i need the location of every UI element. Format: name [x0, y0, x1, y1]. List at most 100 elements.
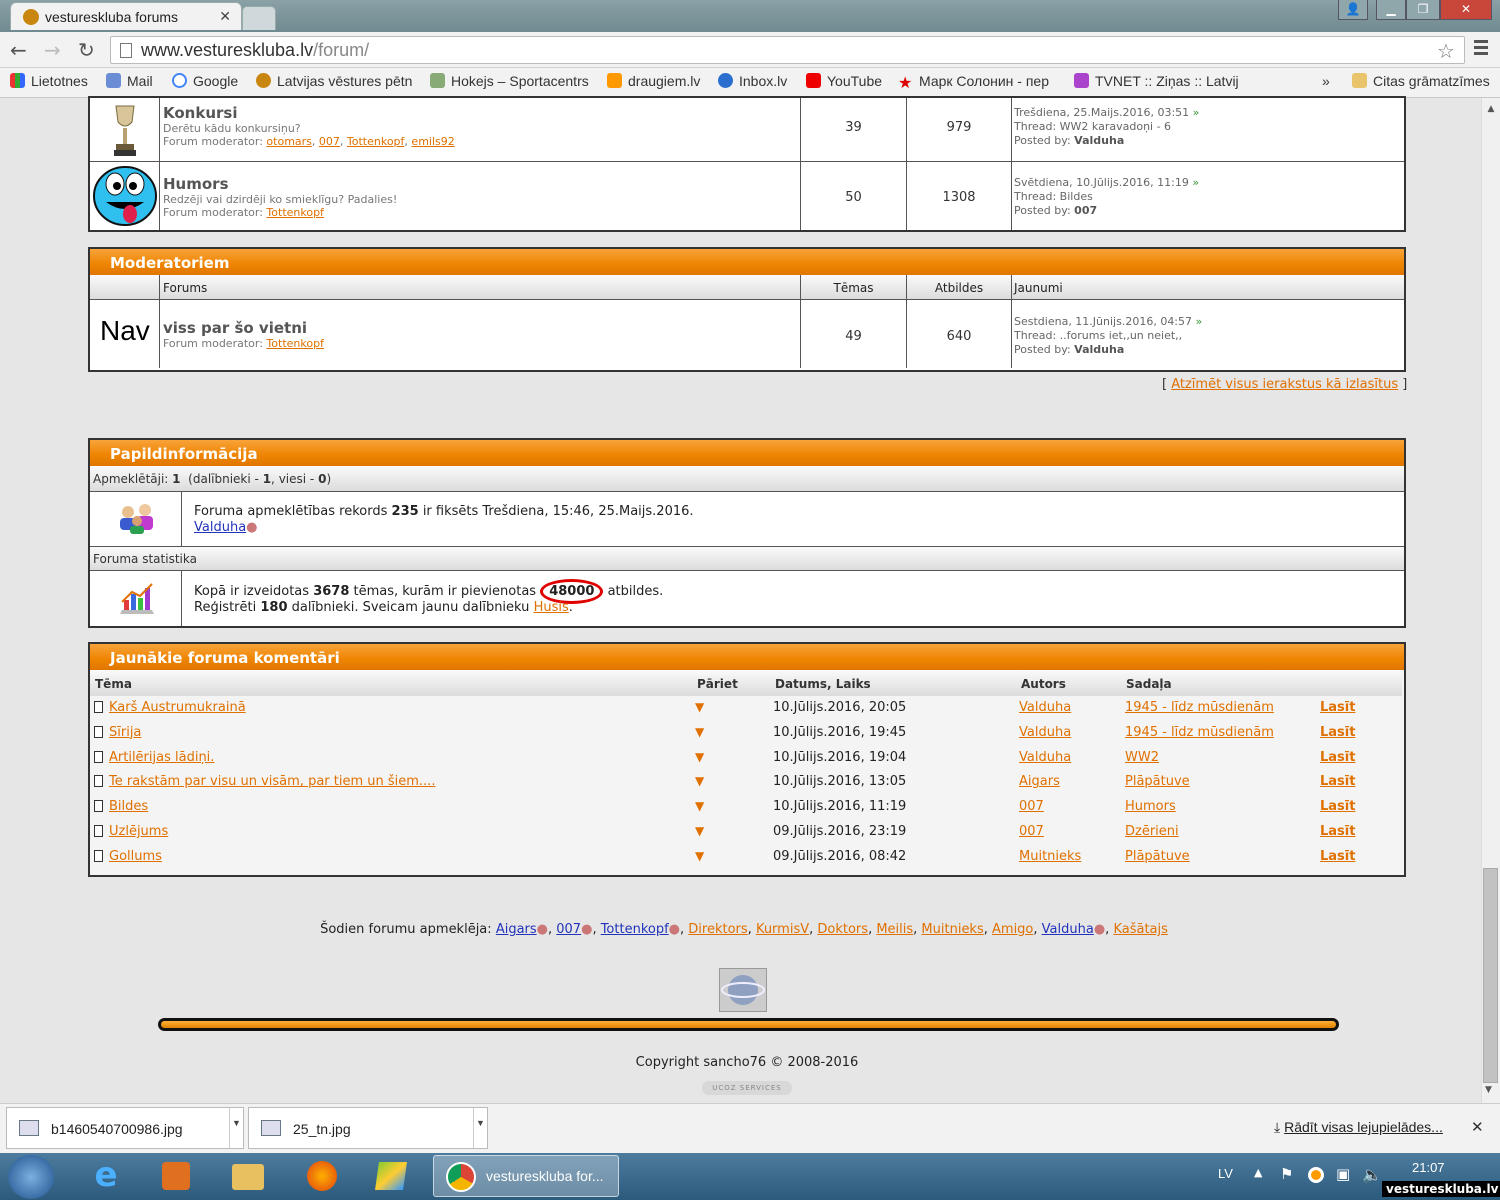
- download-menu-icon[interactable]: ▼: [229, 1108, 243, 1148]
- scrollbar-thumb[interactable]: [1483, 868, 1498, 1083]
- bluestacks-icon[interactable]: [365, 1156, 417, 1198]
- today-user-link[interactable]: Muitnieks: [921, 922, 983, 937]
- forum-title[interactable]: Konkursi: [163, 104, 237, 122]
- today-user-link[interactable]: KurmisV: [756, 922, 809, 937]
- section-link[interactable]: WW2: [1125, 750, 1159, 765]
- author-link[interactable]: Valduha: [1019, 750, 1071, 765]
- read-link[interactable]: Lasīt: [1320, 774, 1355, 789]
- action-center-flag-icon[interactable]: ⚑: [1280, 1165, 1293, 1183]
- volume-icon[interactable]: 🔈: [1362, 1165, 1382, 1184]
- moderator-link[interactable]: otomars: [266, 135, 311, 148]
- read-link[interactable]: Lasīt: [1320, 725, 1355, 740]
- reload-icon[interactable]: ↻: [78, 38, 95, 62]
- forum-title[interactable]: viss par šo vietni: [163, 319, 307, 337]
- user-link[interactable]: Valduha: [194, 520, 246, 535]
- goto-last-icon[interactable]: »: [1192, 176, 1199, 189]
- moderator-link[interactable]: Tottenkopf: [347, 135, 405, 148]
- address-bar[interactable]: www.vestureskluba.lv/forum/: [110, 36, 1465, 64]
- tab-close-icon[interactable]: ✕: [219, 8, 231, 25]
- moderator-link[interactable]: Tottenkopf: [266, 337, 324, 350]
- back-icon[interactable]: ←: [10, 38, 27, 62]
- download-menu-icon[interactable]: ▼: [473, 1108, 487, 1148]
- bookmark-inbox[interactable]: Inbox.lv: [718, 73, 787, 89]
- minimize-button[interactable]: ▁: [1376, 0, 1406, 20]
- section-link[interactable]: Dzērieni: [1125, 824, 1179, 839]
- goto-arrow-icon[interactable]: ▼: [695, 824, 704, 838]
- today-user-link[interactable]: Valduha: [1042, 922, 1094, 937]
- network-icon[interactable]: ▣: [1336, 1165, 1350, 1183]
- topic-link[interactable]: Artilērijas lādiņi.: [109, 750, 214, 765]
- bookmark-apps[interactable]: Lietotnes: [10, 73, 88, 89]
- mark-all-read-link[interactable]: Atzīmēt visus ierakstus kā izlasītus: [1171, 377, 1398, 392]
- topic-link[interactable]: Karš Austrumukrainā: [109, 700, 246, 715]
- topic-link[interactable]: Te rakstām par visu un visām, par tiem u…: [109, 774, 435, 789]
- today-user-link[interactable]: 007: [556, 922, 581, 937]
- section-link[interactable]: Plāpātuve: [1125, 774, 1190, 789]
- new-tab-button[interactable]: [242, 6, 276, 30]
- file-explorer-icon[interactable]: [222, 1156, 274, 1198]
- read-link[interactable]: Lasīt: [1320, 824, 1355, 839]
- media-player-icon[interactable]: [150, 1156, 202, 1198]
- avast-icon[interactable]: [1308, 1167, 1324, 1183]
- author-link[interactable]: 007: [1019, 824, 1044, 839]
- tray-expand-icon[interactable]: ▲: [1254, 1166, 1262, 1179]
- download-item[interactable]: b1460540700986.jpg ▼: [6, 1107, 244, 1149]
- ucoz-logo[interactable]: [719, 968, 767, 1012]
- firefox-icon[interactable]: [295, 1156, 347, 1198]
- read-link[interactable]: Lasīt: [1320, 700, 1355, 715]
- scroll-down-icon[interactable]: ▼: [1485, 1085, 1492, 1095]
- goto-arrow-icon[interactable]: ▼: [695, 799, 704, 813]
- new-member-link[interactable]: Husis: [534, 600, 569, 615]
- bookmark-mail[interactable]: Mail: [106, 73, 153, 89]
- read-link[interactable]: Lasīt: [1320, 849, 1355, 864]
- ucoz-services-badge[interactable]: UCOZ SERVICES: [702, 1081, 792, 1095]
- goto-arrow-icon[interactable]: ▼: [695, 725, 704, 739]
- author-link[interactable]: 007: [1019, 799, 1044, 814]
- tab-active[interactable]: vestureskluba forums ✕: [10, 2, 242, 30]
- topic-link[interactable]: Sīrija: [109, 725, 141, 740]
- moderator-link[interactable]: Tottenkopf: [266, 206, 324, 219]
- scroll-up-icon[interactable]: ▲: [1482, 104, 1500, 114]
- bookmark-hokejs[interactable]: Hokejs – Sportacentrs: [430, 73, 589, 89]
- maximize-button[interactable]: ❐: [1406, 0, 1440, 20]
- language-indicator[interactable]: LV: [1218, 1166, 1233, 1181]
- moderator-link[interactable]: emils92: [411, 135, 454, 148]
- section-link[interactable]: 1945 - līdz mūsdienām: [1125, 725, 1274, 740]
- chrome-menu-icon[interactable]: [1474, 40, 1488, 58]
- show-all-downloads[interactable]: ⤓ Rādīt visas lejupielādes...: [1274, 1119, 1443, 1136]
- download-item[interactable]: 25_tn.jpg ▼: [248, 1107, 488, 1149]
- section-link[interactable]: Plāpātuve: [1125, 849, 1190, 864]
- moderator-link[interactable]: 007: [319, 135, 340, 148]
- start-button-icon[interactable]: [8, 1155, 54, 1199]
- bookmarks-overflow[interactable]: »: [1322, 73, 1330, 89]
- section-link[interactable]: Humors: [1125, 799, 1176, 814]
- bookmark-tvnet[interactable]: TVNET :: Ziņas :: Latvij: [1074, 73, 1239, 89]
- goto-last-icon[interactable]: »: [1196, 315, 1203, 328]
- forward-icon[interactable]: →: [44, 38, 61, 62]
- bookmark-star-icon[interactable]: ☆: [1437, 39, 1455, 63]
- today-user-link[interactable]: Kašātajs: [1113, 922, 1167, 937]
- bookmark-youtube[interactable]: YouTube: [806, 73, 882, 89]
- read-link[interactable]: Lasīt: [1320, 750, 1355, 765]
- section-link[interactable]: 1945 - līdz mūsdienām: [1125, 700, 1274, 715]
- bookmark-latvijas-vestures[interactable]: Latvijas vēstures pētn: [256, 73, 412, 89]
- bookmark-solonin[interactable]: ★ Марк Солонин - пер: [898, 73, 1049, 92]
- goto-arrow-icon[interactable]: ▼: [695, 774, 704, 788]
- today-user-link[interactable]: Amigo: [992, 922, 1033, 937]
- clock[interactable]: 21:07: [1412, 1160, 1445, 1175]
- user-profile-icon[interactable]: 👤: [1338, 0, 1368, 20]
- today-user-link[interactable]: Meilis: [876, 922, 913, 937]
- taskbar-chrome-task[interactable]: vestureskluba for...: [433, 1155, 619, 1197]
- goto-arrow-icon[interactable]: ▼: [695, 750, 704, 764]
- goto-arrow-icon[interactable]: ▼: [695, 700, 704, 714]
- author-link[interactable]: Valduha: [1019, 700, 1071, 715]
- topic-link[interactable]: Uzlējums: [109, 824, 168, 839]
- bookmark-google[interactable]: Google: [172, 73, 238, 89]
- bookmark-draugiem[interactable]: draugiem.lv: [607, 73, 700, 89]
- close-window-button[interactable]: ✕: [1440, 0, 1492, 20]
- close-shelf-icon[interactable]: ✕: [1471, 1118, 1484, 1136]
- read-link[interactable]: Lasīt: [1320, 799, 1355, 814]
- bookmark-other[interactable]: Citas grāmatzīmes: [1352, 73, 1490, 89]
- author-link[interactable]: Aigars: [1019, 774, 1060, 789]
- today-user-link[interactable]: Aigars: [496, 922, 537, 937]
